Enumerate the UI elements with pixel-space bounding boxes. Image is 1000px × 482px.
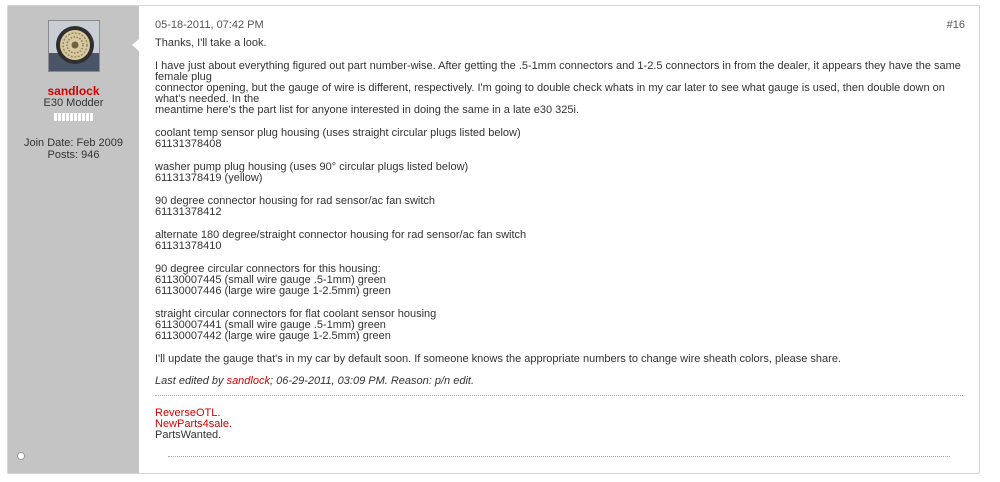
reputation-pip	[70, 113, 73, 121]
avatar[interactable]	[48, 20, 100, 72]
edited-suffix: ; 06-29-2011, 03:09 PM. Reason: p/n edit…	[269, 375, 475, 387]
message-line: 90 degree connector housing for rad sens…	[155, 195, 436, 207]
post-content: 05-18-2011, 07:42 PM #16 Thanks, I'll ta…	[155, 6, 965, 473]
post-date: 05-18-2011, 07:42 PM	[155, 19, 264, 31]
wheel-avatar-image	[49, 21, 99, 71]
post-count: Posts: 946	[47, 149, 100, 161]
join-date: Join Date: Feb 2009	[23, 137, 124, 149]
reputation-pip	[62, 113, 65, 121]
edited-prefix: Last edited by	[155, 375, 227, 387]
message-line: connector opening, but the gauge of wire…	[155, 82, 945, 105]
message-paragraph: I have just about everything figured out…	[155, 61, 965, 116]
signature: ReverseOTL. NewParts4sale. PartsWanted.	[155, 408, 232, 441]
reputation-pip	[58, 113, 61, 121]
part-number: 61131378412	[155, 206, 222, 218]
part-number: 61131378419 (yellow)	[155, 172, 263, 184]
message-paragraph: 90 degree circular connectors for this h…	[155, 264, 965, 297]
part-number: 61130007442 (large wire gauge 1-2.5mm) g…	[155, 330, 391, 342]
reputation-pip	[66, 113, 69, 121]
reputation-pip	[86, 113, 89, 121]
message-line: washer pump plug housing (uses 90° circu…	[155, 161, 469, 173]
reputation-pip	[74, 113, 77, 121]
part-number: 61130007446 (large wire gauge 1-2.5mm) g…	[155, 285, 391, 297]
username-link[interactable]: sandlock	[8, 84, 139, 98]
user-title: E30 Modder	[43, 97, 104, 109]
signature-text-partswanted: PartsWanted.	[155, 429, 222, 441]
reputation-bar	[54, 113, 93, 121]
reputation-pip	[82, 113, 85, 121]
reputation-pip	[90, 113, 93, 121]
forum-post: sandlock E30 Modder Join Date: Feb 2009 …	[7, 5, 980, 474]
user-info-panel: sandlock E30 Modder Join Date: Feb 2009 …	[8, 6, 139, 473]
reputation-pip	[78, 113, 81, 121]
message-paragraph: coolant temp sensor plug housing (uses s…	[155, 128, 965, 150]
part-number: 61131378410	[155, 240, 222, 252]
speech-arrow-icon	[132, 38, 140, 52]
last-edited-note: Last edited by sandlock; 06-29-2011, 03:…	[155, 375, 474, 387]
message-line: I have just about everything figured out…	[155, 60, 961, 83]
reputation-pip	[54, 113, 57, 121]
offline-status-icon	[17, 452, 25, 460]
message-paragraph: washer pump plug housing (uses 90° circu…	[155, 162, 965, 184]
message-line: coolant temp sensor plug housing (uses s…	[155, 127, 521, 139]
message-paragraph: 90 degree connector housing for rad sens…	[155, 196, 965, 218]
footer-divider	[168, 456, 950, 457]
message-paragraph: alternate 180 degree/straight connector …	[155, 230, 965, 252]
post-number-link[interactable]: #16	[947, 19, 965, 31]
message-paragraph: I'll update the gauge that's in my car b…	[155, 353, 841, 365]
signature-divider	[155, 395, 963, 396]
message-line: alternate 180 degree/straight connector …	[155, 229, 527, 241]
edited-by-user-link[interactable]: sandlock	[227, 375, 270, 387]
part-number: 61131378408	[155, 138, 222, 150]
message-line: meantime here's the part list for anyone…	[155, 104, 580, 116]
message-paragraph: Thanks, I'll take a look.	[155, 37, 267, 49]
message-paragraph: straight circular connectors for flat co…	[155, 309, 965, 342]
post-message: Thanks, I'll take a look. I have just ab…	[155, 38, 965, 377]
